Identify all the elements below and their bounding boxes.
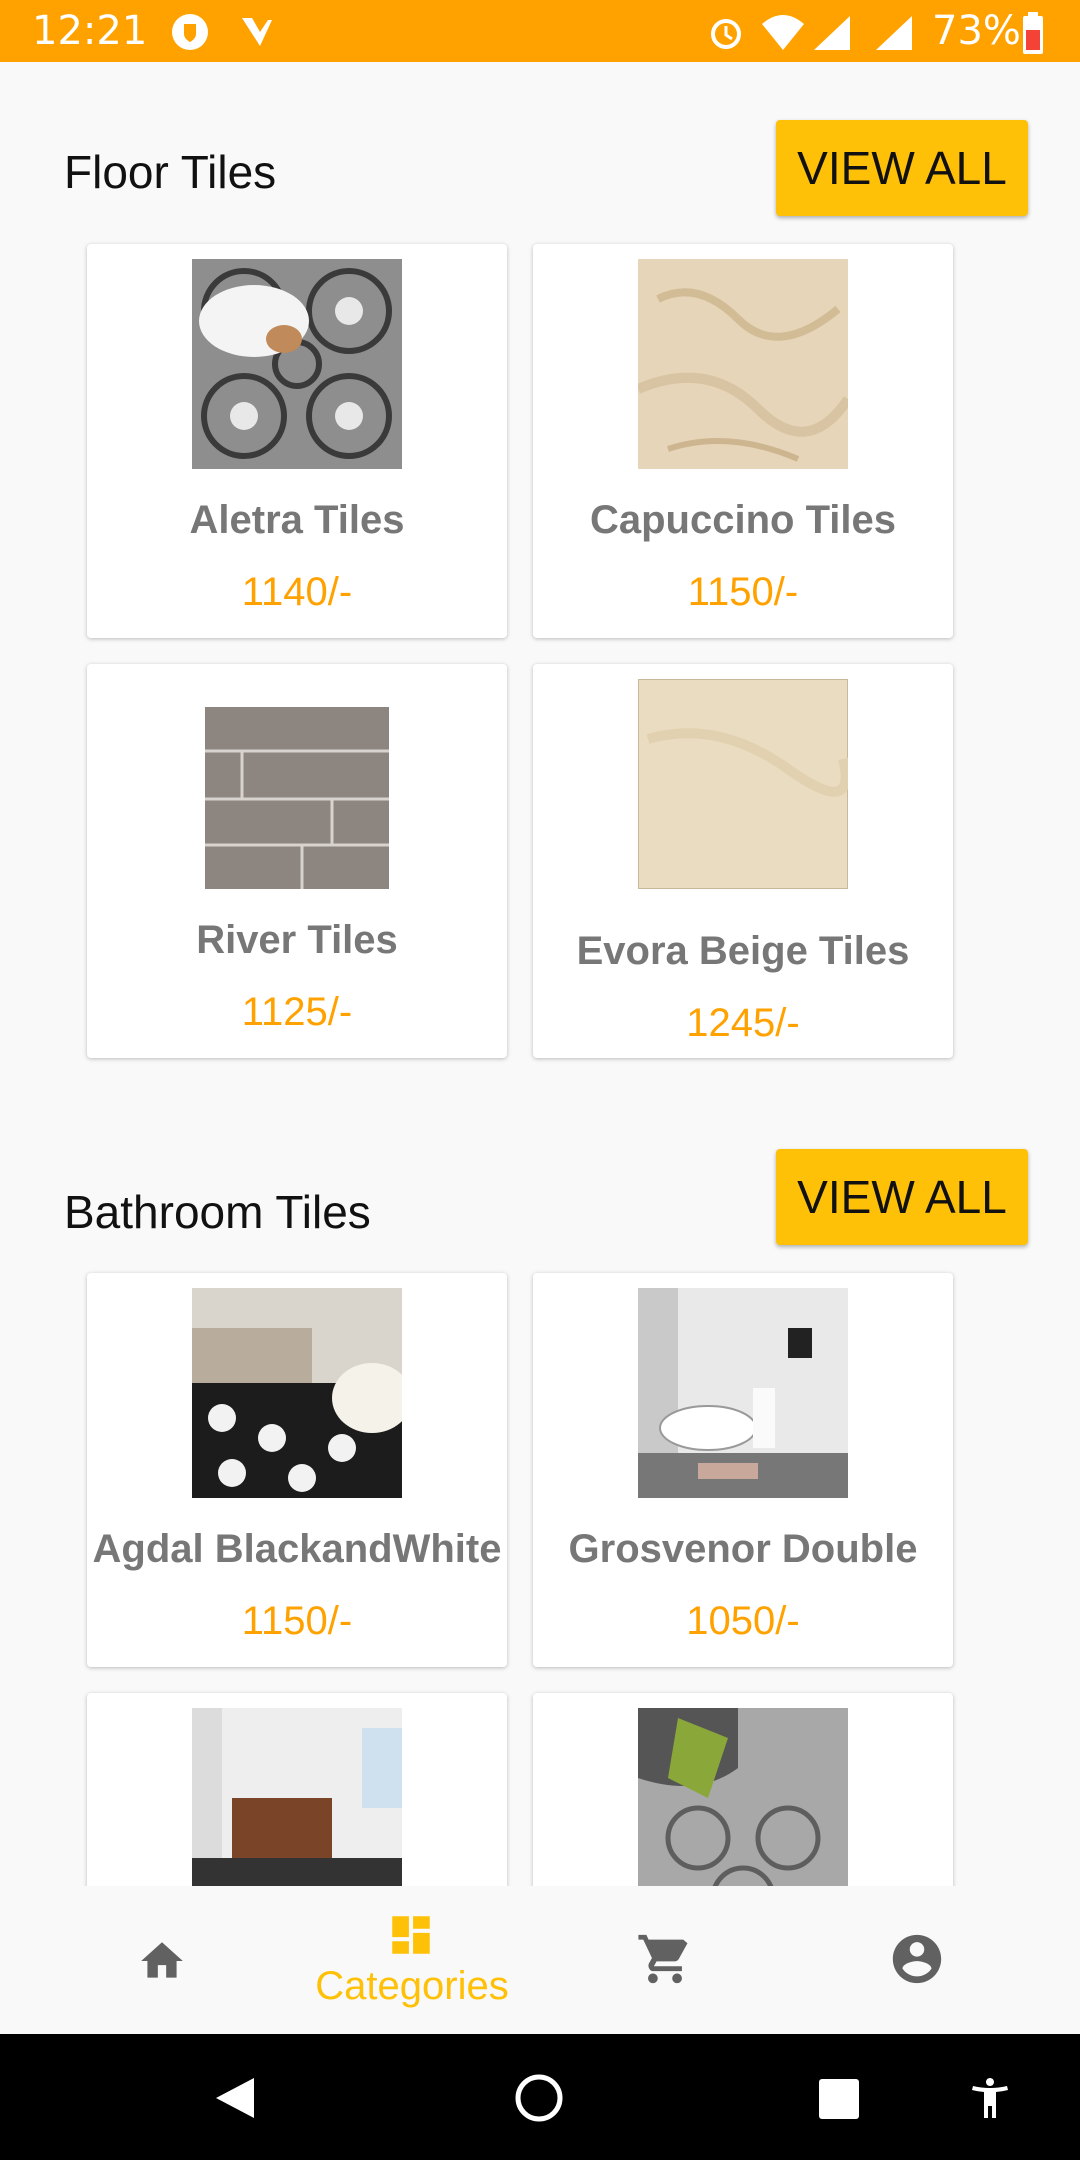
account-icon <box>892 1934 942 1984</box>
product-card[interactable]: Evora Beige Tiles 1245/- <box>533 664 953 1058</box>
battery-level: 73% <box>932 8 1021 54</box>
nav-cart[interactable] <box>538 1886 790 2034</box>
product-image <box>638 679 848 889</box>
system-navigation-bar <box>0 2034 1080 2160</box>
product-price: 1245/- <box>686 1001 800 1045</box>
product-card[interactable]: Agdal BlackandWhite 1150/- <box>87 1273 507 1667</box>
shield-icon <box>172 14 208 50</box>
accessibility-icon[interactable] <box>966 2072 1014 2124</box>
signal-icon <box>814 16 850 50</box>
product-image <box>205 707 389 889</box>
product-price: 1125/- <box>241 990 353 1034</box>
battery-icon <box>1023 12 1043 54</box>
product-card[interactable]: Aletra Tiles 1140/- <box>87 244 507 638</box>
product-name: Aletra Tiles <box>189 498 405 542</box>
section-title-bathroom-tiles: Bathroom Tiles <box>64 1186 371 1238</box>
product-price: 1050/- <box>686 1599 800 1643</box>
product-name: River Tiles <box>196 918 398 962</box>
view-all-button[interactable]: VIEW ALL <box>776 120 1028 216</box>
product-name: Agdal BlackandWhite <box>92 1527 502 1571</box>
home-button-icon[interactable] <box>515 2074 563 2122</box>
view-all-button[interactable]: VIEW ALL <box>776 1149 1028 1245</box>
product-card[interactable]: Grosvenor Double 1050/- <box>533 1273 953 1667</box>
product-card[interactable]: Capuccino Tiles 1150/- <box>533 244 953 638</box>
nav-account[interactable] <box>790 1886 1042 2034</box>
product-name: Evora Beige Tiles <box>576 929 910 973</box>
nav-categories-label: Categories <box>315 1964 509 2008</box>
product-image <box>638 259 848 469</box>
check-icon <box>242 18 272 46</box>
product-name: Grosvenor Double <box>568 1527 918 1571</box>
nav-categories[interactable]: Categories <box>286 1886 538 2034</box>
product-image <box>638 1288 848 1498</box>
product-image <box>192 259 402 469</box>
product-name: Capuccino Tiles <box>589 498 896 542</box>
bottom-navigation: Categories <box>0 1886 1080 2034</box>
categories-icon <box>392 1916 430 1954</box>
alarm-icon <box>711 19 741 49</box>
status-bar: 12:21 73% <box>0 0 1080 62</box>
product-price: 1150/- <box>687 570 799 614</box>
status-time: 12:21 <box>32 8 148 54</box>
wifi-icon <box>762 15 804 50</box>
home-icon <box>141 1942 183 1978</box>
cart-icon <box>638 1934 688 1984</box>
product-image <box>192 1288 402 1498</box>
nav-home[interactable] <box>34 1886 286 2034</box>
product-card[interactable]: River Tiles 1125/- <box>87 664 507 1058</box>
recents-icon[interactable] <box>818 2078 860 2120</box>
back-icon[interactable] <box>214 2076 256 2120</box>
product-price: 1150/- <box>241 1599 353 1643</box>
product-price: 1140/- <box>241 570 353 614</box>
section-title-floor-tiles: Floor Tiles <box>64 146 277 198</box>
signal-icon <box>876 16 912 50</box>
